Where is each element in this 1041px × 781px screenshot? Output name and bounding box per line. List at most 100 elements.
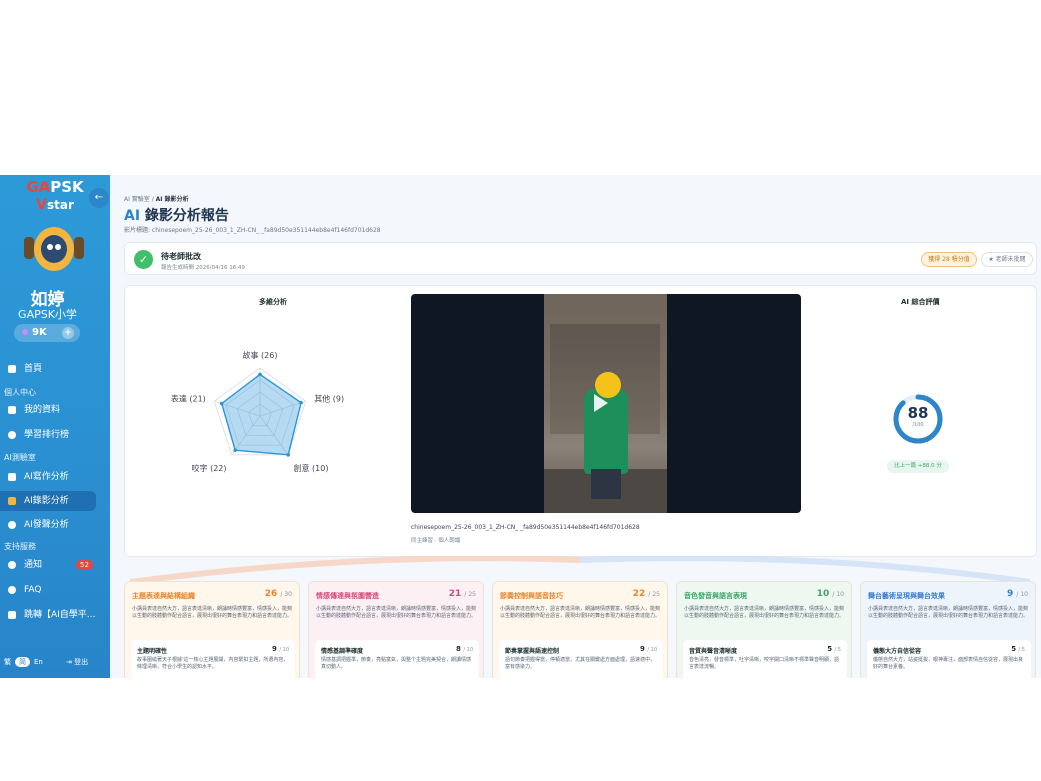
folder-icon [8, 406, 16, 414]
points-badge[interactable]: 9K + [14, 324, 80, 342]
sub-criterion-card: 儀態大方自信從容 5 / 5 儀態自然大方，站姿挺拔，眼神專注，面部表情自信從容，展… [867, 640, 1031, 678]
school-name: GAPSK小学 [18, 308, 77, 321]
sub-criterion-text: 儀態自然大方，站姿挺拔，眼神專注，面部表情自信從容，展現出良好的舞台素養。 [873, 657, 1024, 670]
dimension-score: 10 / 10 [817, 589, 844, 599]
dimension-score-max: / 25 [648, 591, 660, 598]
avatar-face [41, 235, 67, 263]
sidebar-item-home[interactable]: 首頁 [0, 359, 96, 379]
overall-score-max: /100 [912, 422, 924, 428]
sub-criterion-text: 語句節奏把握得當，停頓適當，尤其在關鍵處方面處理，語速適中，富有感染力。 [505, 657, 656, 670]
sub-criterion-score-value: 5 [1011, 645, 1017, 653]
sub-criterion-score: 8 / 10 [456, 645, 473, 653]
ribbon-left [130, 556, 581, 584]
sidebar-item-profile[interactable]: 我的資料 [0, 400, 96, 420]
radar-title: 多維分析 [259, 298, 287, 306]
breadcrumb-parent[interactable]: AI 實驗室 / [124, 196, 156, 203]
sidebar-item-jump-platform[interactable]: 跳轉【AI自學平... [0, 605, 96, 625]
radar-axis-label: 創意 (10) [294, 463, 329, 473]
logout-label: 登出 [74, 658, 89, 666]
radar-point [219, 401, 224, 406]
share-icon [8, 611, 16, 619]
logo-text-ga: GA [26, 178, 51, 196]
sub-criterion-score-value: 5 [827, 645, 833, 653]
sub-criterion-text: 音色清亮，發音標準，吐字清晰，咬字開口清晰不標準聲音明顯，語言表達流暢。 [689, 657, 840, 670]
trophy-icon [8, 431, 16, 439]
sub-criterion-score-value: 9 [640, 645, 645, 653]
help-icon [8, 586, 16, 594]
status-card: ✓ 待老師批改 報告生成時間 2026/04/16 16:49 獲得 28 積分… [124, 242, 1037, 275]
radar-axis-label: 故事 (26) [243, 350, 278, 360]
sidebar-item-notifications[interactable]: 通知 52 [0, 555, 96, 575]
dimension-card[interactable]: 舞台藝術呈現與舞台效果 9 / 10 小講員表達自然大方，語言表達清晰，朗誦時情感豐… [860, 581, 1036, 678]
sidebar-item-label: 首頁 [24, 364, 43, 374]
video-icon [8, 497, 16, 505]
dimension-score-max: / 10 [1016, 591, 1028, 598]
sub-criterion-text: 情感基調把握準，節奏，亮點富氣，與整个主題完美契合，朗讀情感真切動人。 [321, 657, 472, 670]
video-player[interactable] [411, 294, 801, 513]
dimension-score-max: / 10 [832, 591, 844, 598]
logout-button[interactable]: ⇥ 登出 [66, 657, 88, 667]
dimension-card[interactable]: 主題表達與結構組織 26 / 30 小講員表達自然大方，語言表達清晰，朗誦時情感豐富… [124, 581, 300, 678]
score-change-badge: 比上一篇 +88.0 分 [887, 460, 949, 473]
gem-icon [22, 329, 28, 335]
sub-criterion-title: 主題明確性 [137, 648, 168, 655]
lang-option-simplified[interactable]: 简 [15, 657, 30, 667]
dimension-score: 9 / 10 [1007, 589, 1028, 599]
sub-criterion-card: 情感基調準確度 8 / 10 情感基調把握準，節奏，亮點富氣，與整个主題完美契合，朗… [315, 640, 479, 678]
page-title-text: 錄影分析報告 [140, 208, 229, 224]
sub-criterion-title: 儀態大方自信從容 [873, 648, 922, 655]
radar-chart: 故事 (26) 其他 (9) 創意 (10) 咬字 (22) 表達 (21) [171, 350, 344, 473]
dimension-text: 小講員表達自然大方，語言表達清晰，朗誦時情感豐富，情感投入，能夠以生動的肢體動作… [500, 606, 661, 619]
dimension-card[interactable]: 情感傳達與氛圍營造 21 / 25 小講員表達自然大方，語言表達清晰，朗誦時情感豐富… [308, 581, 484, 678]
dimension-card[interactable]: 節奏控制與語音技巧 22 / 25 小講員表達自然大方，語言表達清晰，朗誦時情感豐富… [492, 581, 668, 678]
sub-criterion-score: 9 / 10 [640, 645, 657, 653]
lang-option-english[interactable]: En [34, 658, 43, 666]
avatar-ear-left [24, 237, 34, 259]
dimension-score-value: 10 [816, 589, 830, 599]
sidebar-item-ai-video[interactable]: AI錄影分析 [0, 491, 96, 511]
sidebar-item-ai-voice[interactable]: AI發聲分析 [0, 515, 96, 535]
sidebar-item-label: 跳轉【AI自學平... [24, 610, 96, 620]
collapse-sidebar-button[interactable]: ← [89, 188, 109, 208]
dimension-score-value: 21 [448, 589, 462, 599]
breadcrumb-current: AI 錄影分析 [155, 196, 189, 203]
radar-point [286, 453, 291, 457]
sidebar-item-label: AI發聲分析 [24, 520, 69, 530]
dimension-score-value: 26 [264, 589, 278, 599]
sidebar-item-faq[interactable]: FAQ [0, 580, 96, 600]
logo-text-v: V [36, 197, 47, 213]
nav-section-support: 支持服務 [4, 542, 36, 551]
points-value: 9K [32, 327, 47, 338]
dimension-text: 小講員表達自然大方，語言表達清晰，朗誦時情感豐富，情感投入，能夠以生動的肢體動作… [684, 606, 845, 619]
sub-criterion-card: 音質與聲音清晰度 5 / 5 音色清亮，發音標準，吐字清晰，咬字開口清晰不標準聲音明… [683, 640, 847, 678]
nav-section-ai-lab: AI測驗室 [4, 453, 36, 462]
sidebar-item-label: 通知 [24, 560, 43, 570]
dimension-title: 音色發音與語言表現 [684, 592, 747, 600]
app-screen: GAPSK Vstar 如婷 GAPSK小学 9K + 首頁 個人中心 我的資料… [0, 175, 1041, 678]
radar-axis-label: 表達 (21) [171, 393, 206, 403]
video-filename: chinesepoem_25-26_003_1_ZH-CN_ _fa89d50e… [411, 524, 640, 531]
lang-option-traditional[interactable]: 繁 [4, 657, 11, 667]
check-icon: ✓ [134, 250, 153, 269]
dimension-score: 26 / 30 [265, 589, 292, 599]
dimension-text: 小講員表達自然大方，語言表達清晰，朗誦時情感豐富，情感投入，能夠以生動的肢體動作… [868, 606, 1029, 619]
sub-criterion-score: 9 / 10 [272, 645, 289, 653]
sub-criterion-title: 節奏掌握與語速控制 [505, 648, 560, 655]
dimension-card[interactable]: 音色發音與語言表現 10 / 10 小講員表達自然大方，語言表達清晰，朗誦時情感豐富… [676, 581, 852, 678]
notification-badge: 52 [76, 560, 93, 570]
sidebar-item-label: AI寫作分析 [24, 472, 69, 482]
add-points-icon[interactable]: + [62, 327, 74, 339]
dimension-text: 小講員表達自然大方，語言表達清晰，朗誦時情感豐富，情感投入，能夠以生動的肢體動作… [132, 606, 293, 619]
pen-icon [8, 473, 16, 481]
sub-criterion-score-max: / 10 [463, 647, 473, 653]
sidebar-item-leaderboard[interactable]: 學習排行榜 [0, 425, 96, 445]
sidebar-item-ai-writing[interactable]: AI寫作分析 [0, 467, 96, 487]
dimension-score: 22 / 25 [633, 589, 660, 599]
avatar[interactable] [22, 227, 86, 275]
sub-criterion-score: 5 / 5 [827, 645, 841, 653]
logout-icon: ⇥ [66, 658, 75, 666]
breadcrumb: AI 實驗室 / AI 錄影分析 [124, 194, 189, 203]
video-title-line: 影片標題: chinesepoem_25-26_003_1_ZH-CN_ _fa… [124, 227, 381, 234]
dimension-title: 情感傳達與氛圍營造 [316, 592, 379, 600]
play-icon[interactable] [594, 394, 608, 412]
